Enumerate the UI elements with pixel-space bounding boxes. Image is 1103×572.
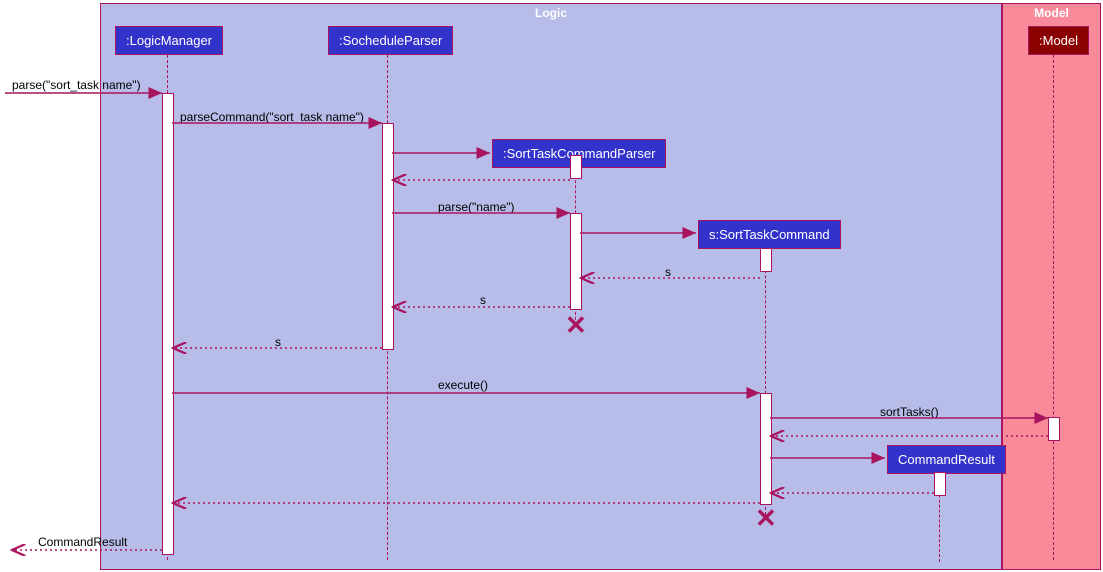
activation-logic-manager — [162, 93, 174, 555]
activation-sort-task-cmd-parser-2 — [570, 213, 582, 310]
msg-return-s-3: s — [275, 335, 281, 349]
activation-sort-task-command-2 — [760, 393, 772, 505]
activation-command-result — [934, 472, 946, 496]
region-logic: Logic — [100, 3, 1002, 570]
region-model: Model — [1002, 3, 1101, 570]
msg-parse-sort-task-name: parse("sort_task name") — [12, 78, 141, 92]
participant-model: :Model — [1028, 26, 1089, 55]
msg-parse-command: parseCommand("sort_task name") — [180, 110, 364, 124]
msg-execute: execute() — [438, 378, 488, 392]
msg-sort-tasks: sortTasks() — [880, 405, 939, 419]
participant-logic-manager: :LogicManager — [115, 26, 223, 55]
msg-parse-name: parse("name") — [438, 200, 515, 214]
msg-return-s-2: s — [480, 293, 486, 307]
region-logic-title: Logic — [101, 6, 1001, 20]
activation-sort-task-cmd-parser-1 — [570, 155, 582, 179]
msg-return-s-1: s — [665, 265, 671, 279]
destroy-sort-task-command: ✕ — [755, 508, 775, 528]
lifeline-model — [1053, 55, 1054, 560]
destroy-sort-task-cmd-parser: ✕ — [565, 315, 585, 335]
participant-command-result: CommandResult — [887, 445, 1006, 474]
participant-sort-task-command: s:SortTaskCommand — [698, 220, 841, 249]
sequence-diagram: Logic Model :LogicManager :SochedulePars… — [0, 0, 1103, 572]
activation-model — [1048, 417, 1060, 441]
activation-sochedule-parser — [382, 123, 394, 350]
activation-sort-task-command-1 — [760, 248, 772, 272]
msg-return-command-result: CommandResult — [38, 535, 127, 549]
participant-sochedule-parser: :SocheduleParser — [328, 26, 453, 55]
region-model-title: Model — [1003, 6, 1100, 20]
